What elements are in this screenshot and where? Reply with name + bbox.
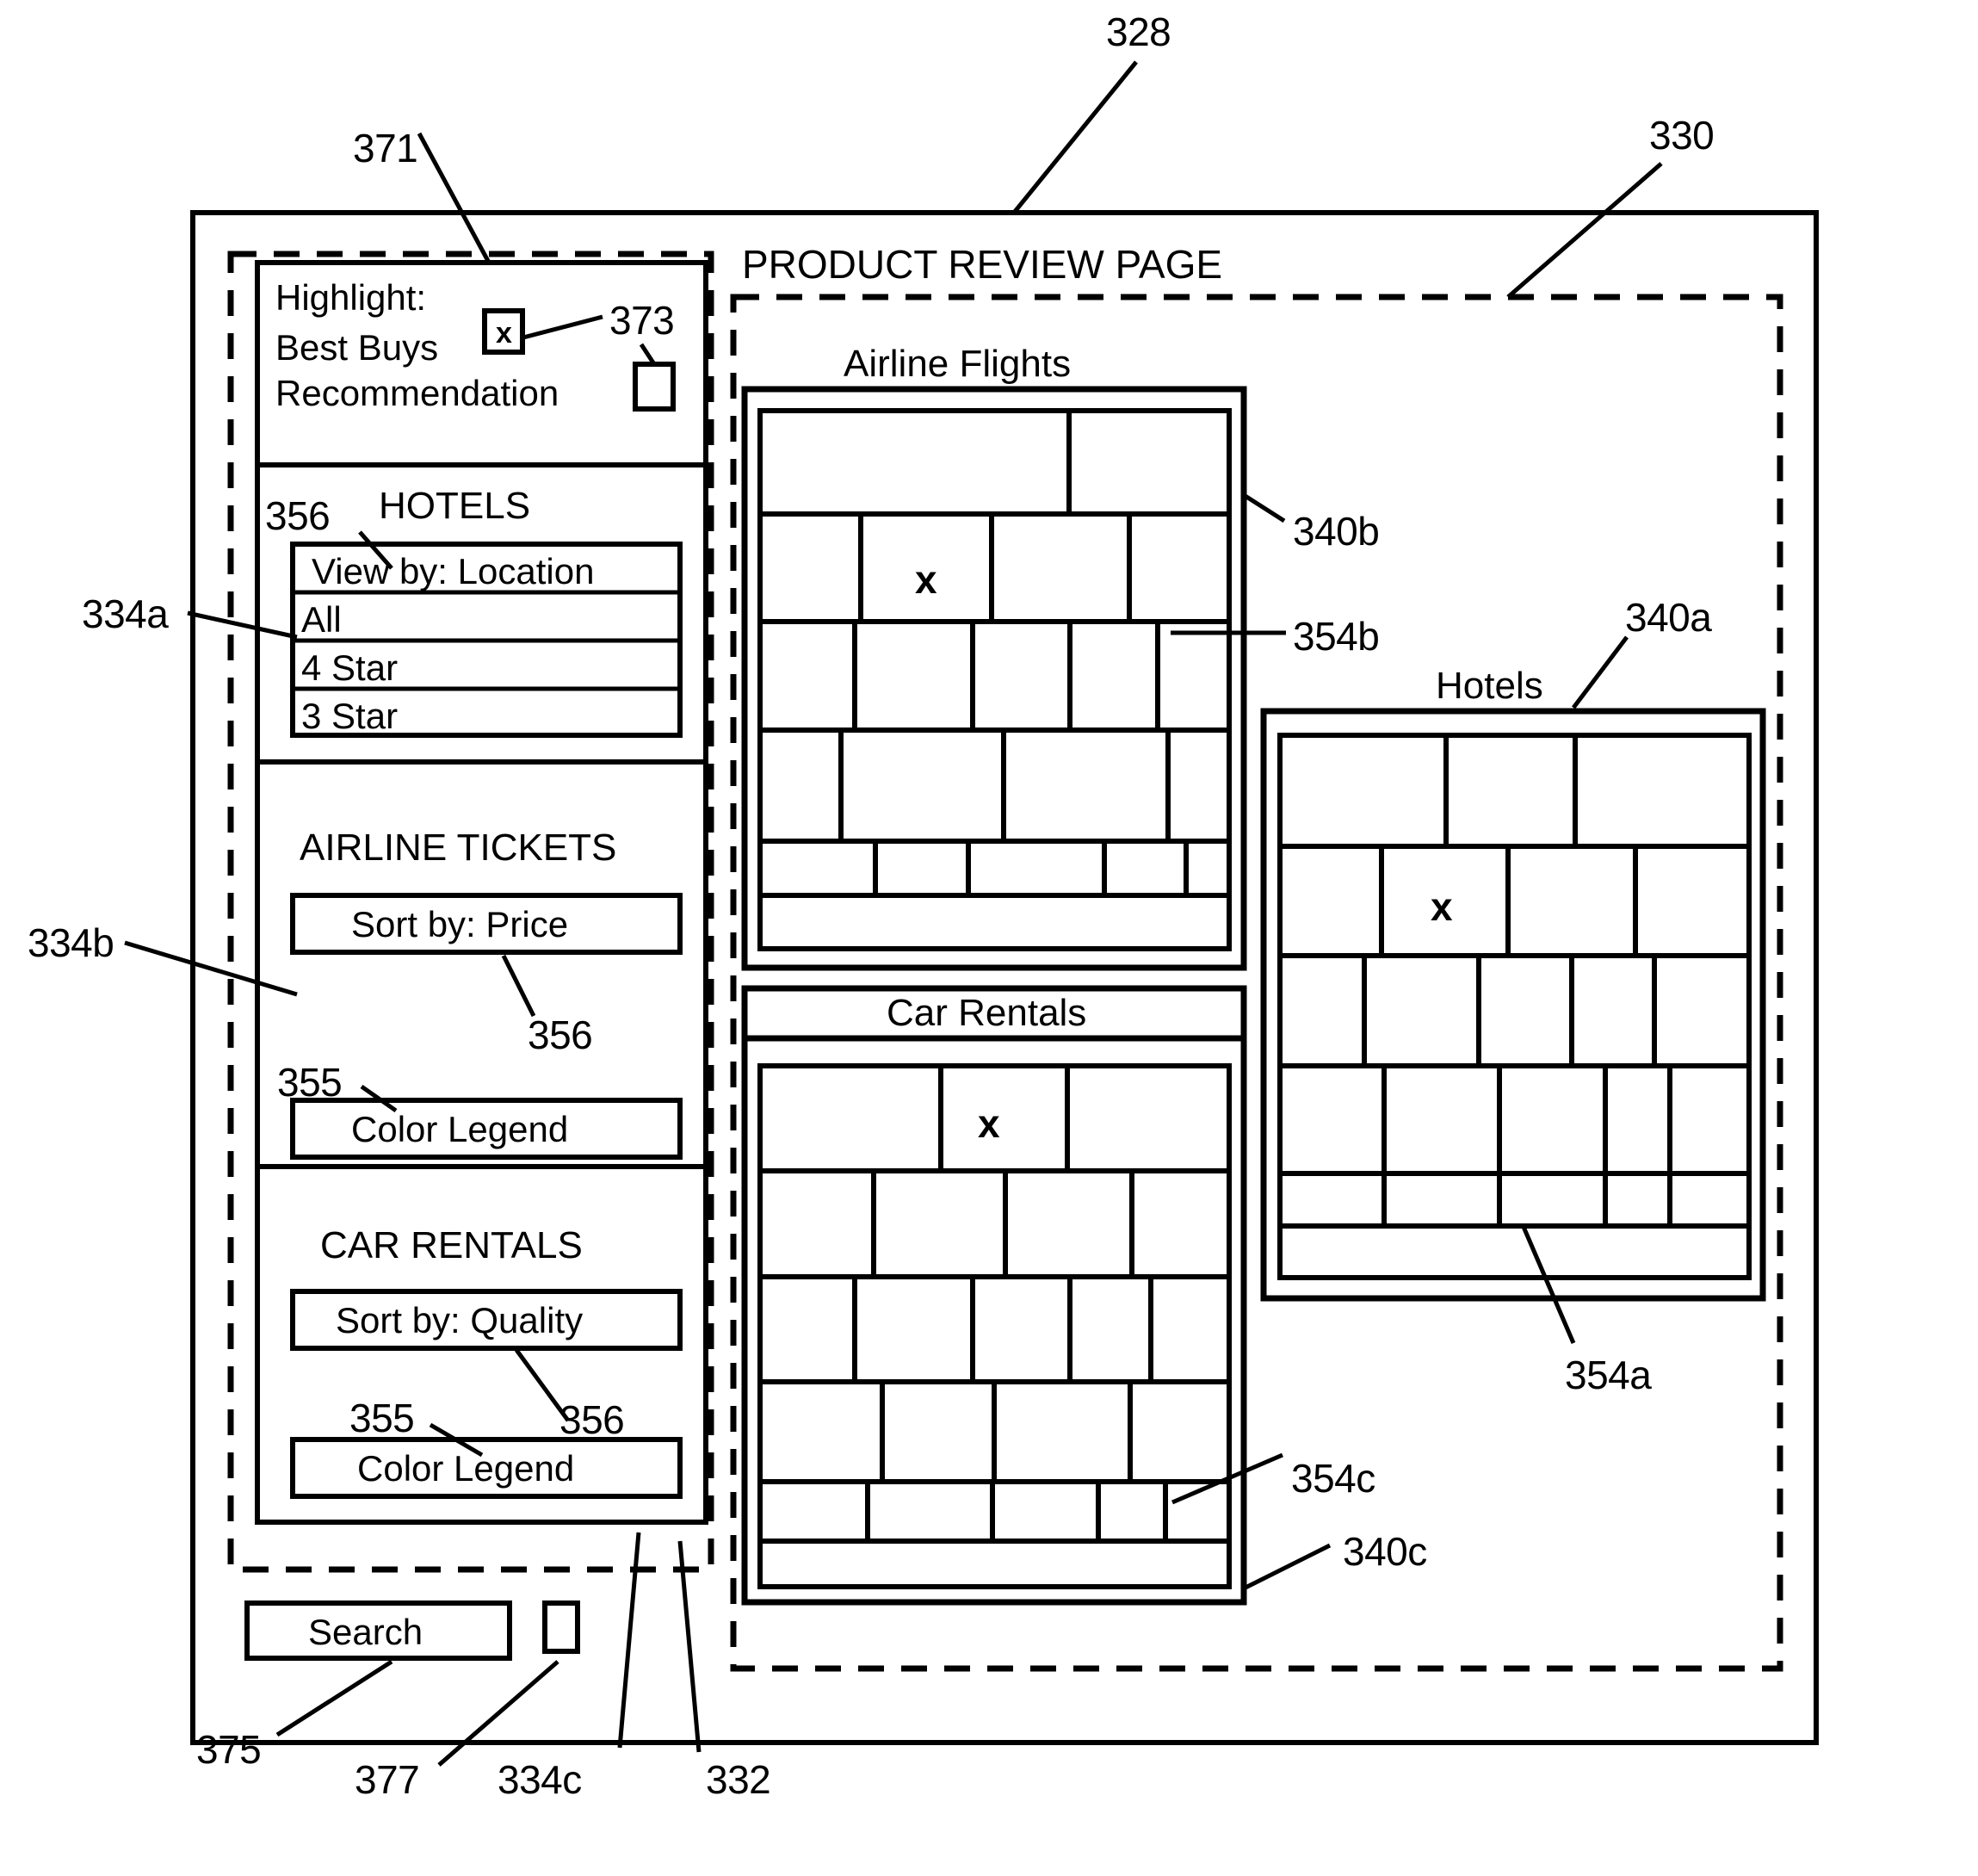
recommendation-checkbox-box — [633, 362, 676, 412]
ref-355-car: 355 — [349, 1396, 415, 1440]
best-buys-checkbox-mark[interactable]: x — [496, 319, 512, 348]
ref-340a: 340a — [1625, 595, 1712, 640]
ref-373: 373 — [609, 298, 675, 343]
hotels-treemap-title: Hotels — [1436, 665, 1543, 707]
hotels-option-all[interactable]: All — [301, 599, 342, 641]
ref-334c: 334c — [498, 1757, 582, 1802]
hotels-treemap-body — [1277, 733, 1752, 1280]
hotels-panel-title: HOTELS — [379, 485, 531, 527]
hotels-view-by-select[interactable]: View by: Location — [312, 551, 594, 592]
hotels-treemap-marked-cell[interactable]: x — [1431, 887, 1453, 926]
ref-330: 330 — [1649, 113, 1715, 158]
ref-377: 377 — [355, 1757, 420, 1802]
ref-332: 332 — [706, 1757, 771, 1802]
ref-334a: 334a — [82, 591, 169, 636]
best-buys-label: Best Buys — [275, 327, 439, 368]
hotels-option-4-star[interactable]: 4 Star — [301, 647, 398, 689]
ref-334b: 334b — [28, 920, 114, 965]
recommendation-label: Recommendation — [275, 373, 559, 413]
car-rentals-marked-cell[interactable]: x — [978, 1104, 1000, 1143]
ref-354c: 354c — [1291, 1456, 1375, 1501]
airline-color-legend-button[interactable]: Color Legend — [351, 1109, 568, 1150]
ref-371: 371 — [353, 126, 418, 170]
airline-flights-marked-cell[interactable]: x — [915, 560, 937, 599]
car-rentals-title: Car Rentals — [887, 992, 1087, 1034]
page-title: PRODUCT REVIEW PAGE — [742, 242, 1223, 287]
search-button-label[interactable]: Search — [308, 1612, 423, 1653]
airline-panel-title: AIRLINE TICKETS — [300, 827, 617, 869]
hotels-treemap-frame — [1260, 708, 1766, 1302]
highlight-heading: Highlight: — [275, 277, 427, 318]
airline-flights-title: Airline Flights — [844, 343, 1072, 385]
ref-340b: 340b — [1293, 509, 1380, 554]
car-color-legend-button[interactable]: Color Legend — [357, 1448, 574, 1489]
airline-sort-by-select[interactable]: Sort by: Price — [351, 904, 568, 945]
car-panel-title: CAR RENTALS — [320, 1224, 583, 1266]
hotels-option-3-star[interactable]: 3 Star — [301, 696, 398, 737]
airline-flights-frame — [741, 386, 1247, 971]
ref-356-hotels: 356 — [265, 493, 331, 538]
figure-canvas: 328 330 371 373 334a 334b 334c 332 375 3… — [0, 0, 1978, 1876]
ref-355-airline: 355 — [277, 1060, 343, 1105]
car-sort-by-select[interactable]: Sort by: Quality — [336, 1300, 583, 1341]
ref-375: 375 — [196, 1727, 262, 1772]
search-checkbox-box — [542, 1600, 580, 1654]
ref-340c: 340c — [1343, 1529, 1427, 1574]
ref-356-airline: 356 — [528, 1012, 593, 1057]
ref-354a: 354a — [1565, 1353, 1652, 1397]
ref-328: 328 — [1106, 9, 1171, 54]
ref-354b: 354b — [1293, 614, 1380, 659]
ref-356-car: 356 — [559, 1397, 625, 1442]
